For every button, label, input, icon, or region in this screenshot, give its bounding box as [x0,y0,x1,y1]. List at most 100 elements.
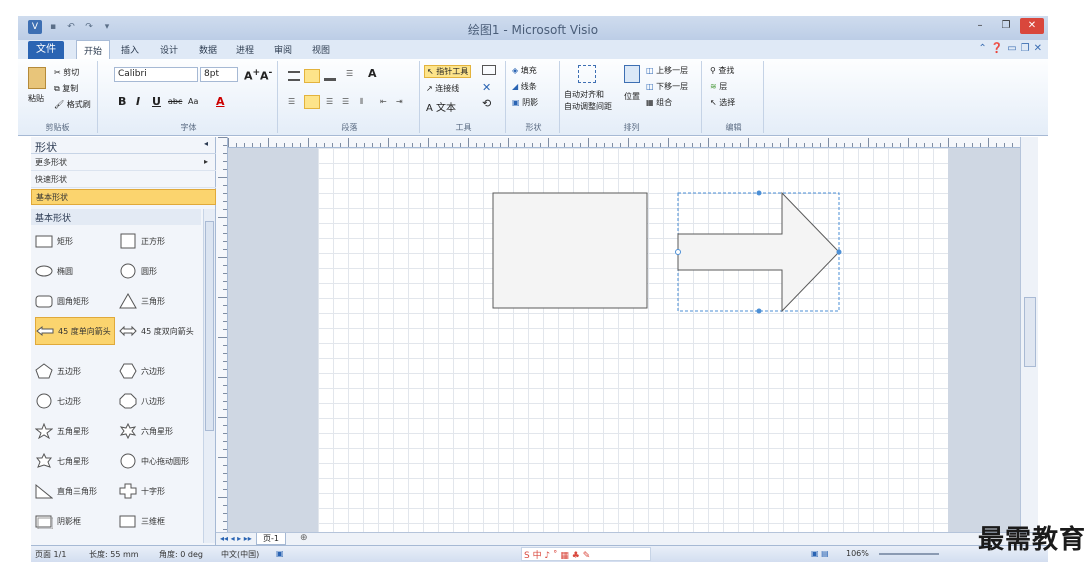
align-middle-icon[interactable] [304,69,320,83]
bullets-icon[interactable]: ☰ [346,69,353,78]
status-page[interactable]: 页面 1/1 [35,549,66,560]
selection-handle-top[interactable] [756,190,762,196]
align-left-icon[interactable]: ☰ [288,97,295,106]
vertical-scrollbar[interactable] [1020,137,1038,532]
rounded-rectangle-stencil[interactable]: 圆角矩形 [35,287,115,315]
page-nav-icons[interactable]: ◂◂ ◂ ▸ ▸▸ [220,534,252,543]
text-orientation-icon[interactable]: ⦀ [360,97,364,107]
drawing-canvas[interactable] [228,148,1020,532]
align-top-icon[interactable] [288,71,300,81]
tab-home[interactable]: 开始 [76,40,111,59]
font-size-select[interactable]: 8pt [200,67,238,82]
fill-button[interactable]: ◈ 填充 [512,65,537,76]
collapse-pane-icon[interactable]: ◂ [204,139,208,148]
quick-shapes-row[interactable]: 快速形状 [31,172,216,188]
rectangle-shape[interactable] [492,192,648,309]
zoom-slider[interactable] [879,553,939,555]
arrow-shape[interactable] [677,191,840,313]
basic-shapes-tab[interactable]: 基本形状 [31,189,216,205]
shrink-font-button[interactable]: A- [260,67,272,83]
more-shapes-row[interactable]: 更多形状 ▸ [31,155,216,171]
page-tab[interactable]: 页-1 [256,533,286,545]
hexagon-stencil[interactable]: 六边形 [119,357,199,385]
auto-space-button[interactable]: 自动调整间距 [564,101,612,112]
doc-restore-icon[interactable]: ❐ [1021,43,1030,54]
layer-button[interactable]: ≋ 层 [710,81,727,92]
status-width[interactable]: 长度: 55 mm [89,549,139,560]
change-case-button[interactable]: Aa [188,97,198,106]
square-stencil[interactable]: 正方形 [119,227,199,255]
shadow-button[interactable]: ▣ 阴影 [512,97,538,108]
tab-view[interactable]: 视图 [312,43,330,56]
close-button[interactable]: ✕ [1020,18,1044,34]
connection-point-icon[interactable]: ⟲ [482,97,491,110]
pentagon-stencil[interactable]: 五边形 [35,357,115,385]
heptagon-stencil[interactable]: 七边形 [35,387,115,415]
pane-scroll-thumb[interactable] [205,221,214,431]
status-angle[interactable]: 角度: 0 deg [159,549,203,560]
find-button[interactable]: ⚲ 查找 [710,65,734,76]
bring-forward-button[interactable]: ◫ 上移一层 [646,65,688,76]
center-drag-circle-stencil[interactable]: 中心拖动圆形 [119,447,199,475]
align-right-icon[interactable]: ☰ [326,97,333,106]
rectangle-tool-icon[interactable] [482,65,496,75]
zoom-level[interactable]: 106% [846,549,869,558]
position-icon[interactable] [624,65,640,83]
grow-font-button[interactable]: A+ [244,67,260,83]
font-name-select[interactable]: Calibri [114,67,198,82]
text-direction-icon[interactable]: A [368,67,377,80]
group-button[interactable]: ▦ 组合 [646,97,672,108]
ellipse-stencil[interactable]: 椭圆 [35,257,115,285]
right-triangle-stencil[interactable]: 直角三角形 [35,477,115,505]
tab-data[interactable]: 数据 [199,43,217,56]
help-icon[interactable]: ❓ [991,43,1003,54]
cross-stencil[interactable]: 十字形 [119,477,199,505]
tab-insert[interactable]: 插入 [121,43,139,56]
circle-stencil[interactable]: 圆形 [119,257,199,285]
tab-process[interactable]: 进程 [236,43,254,56]
italic-button[interactable]: I [136,95,140,108]
tab-review[interactable]: 审阅 [274,43,292,56]
seven-point-star-stencil[interactable]: 七角星形 [35,447,115,475]
input-method-bar[interactable]: S 中 ♪ ˚ ▦ ♣ ✎ [521,547,651,561]
doc-close-icon[interactable]: ✕ [1034,43,1042,54]
double-arrow-stencil[interactable]: 45 度双向箭头 [119,317,199,345]
send-backward-button[interactable]: ◫ 下移一层 [646,81,688,92]
underline-button[interactable]: U [152,95,161,108]
restore-button[interactable]: ❐ [994,18,1018,34]
copy-button[interactable]: ⧉ 复制 [54,83,78,94]
text-tool-button[interactable]: A 文本 [426,99,456,114]
tab-file[interactable]: 文件 [28,41,64,59]
vertical-scroll-thumb[interactable] [1024,297,1036,367]
shadow-box-stencil[interactable]: 阴影框 [35,507,115,535]
five-point-star-stencil[interactable]: 五角星形 [35,417,115,445]
six-point-star-stencil[interactable]: 六角星形 [119,417,199,445]
macro-icon[interactable]: ▣ [276,549,284,558]
position-button[interactable]: 位置 [624,91,640,102]
paste-icon[interactable] [28,67,46,89]
minimize-ribbon-icon[interactable]: ⌃ [978,43,986,54]
justify-icon[interactable]: ☰ [342,97,349,106]
connector-button[interactable]: ↗ 连接线 [426,83,459,94]
format-painter-button[interactable]: 🖌 格式刷 [54,99,91,110]
selection-handle-left[interactable] [675,249,681,255]
auto-align-button[interactable]: 自动对齐和 [564,89,604,100]
view-mode-icons[interactable]: ▣ ▤ [811,549,829,558]
delete-connector-icon[interactable]: ✕ [482,81,491,94]
selection-handle-bottom[interactable] [756,308,762,314]
bold-button[interactable]: B [118,95,126,108]
doc-minimize-icon[interactable]: ▭ [1007,43,1016,54]
align-center-icon[interactable] [304,95,320,109]
paste-button[interactable]: 粘贴 [28,93,44,104]
insert-page-icon[interactable]: ⊕ [300,533,308,543]
triangle-stencil[interactable]: 三角形 [119,287,199,315]
octagon-stencil[interactable]: 八边形 [119,387,199,415]
strikethrough-button[interactable]: abc [168,97,182,106]
minimize-button[interactable]: – [968,18,992,34]
increase-indent-icon[interactable]: ⇥ [396,97,403,106]
pane-scrollbar[interactable] [203,209,215,543]
3d-box-stencil[interactable]: 三维框 [119,507,199,535]
cut-button[interactable]: ✂ 剪切 [54,67,79,78]
font-color-button[interactable]: A [216,95,225,108]
auto-align-icon[interactable] [578,65,596,83]
